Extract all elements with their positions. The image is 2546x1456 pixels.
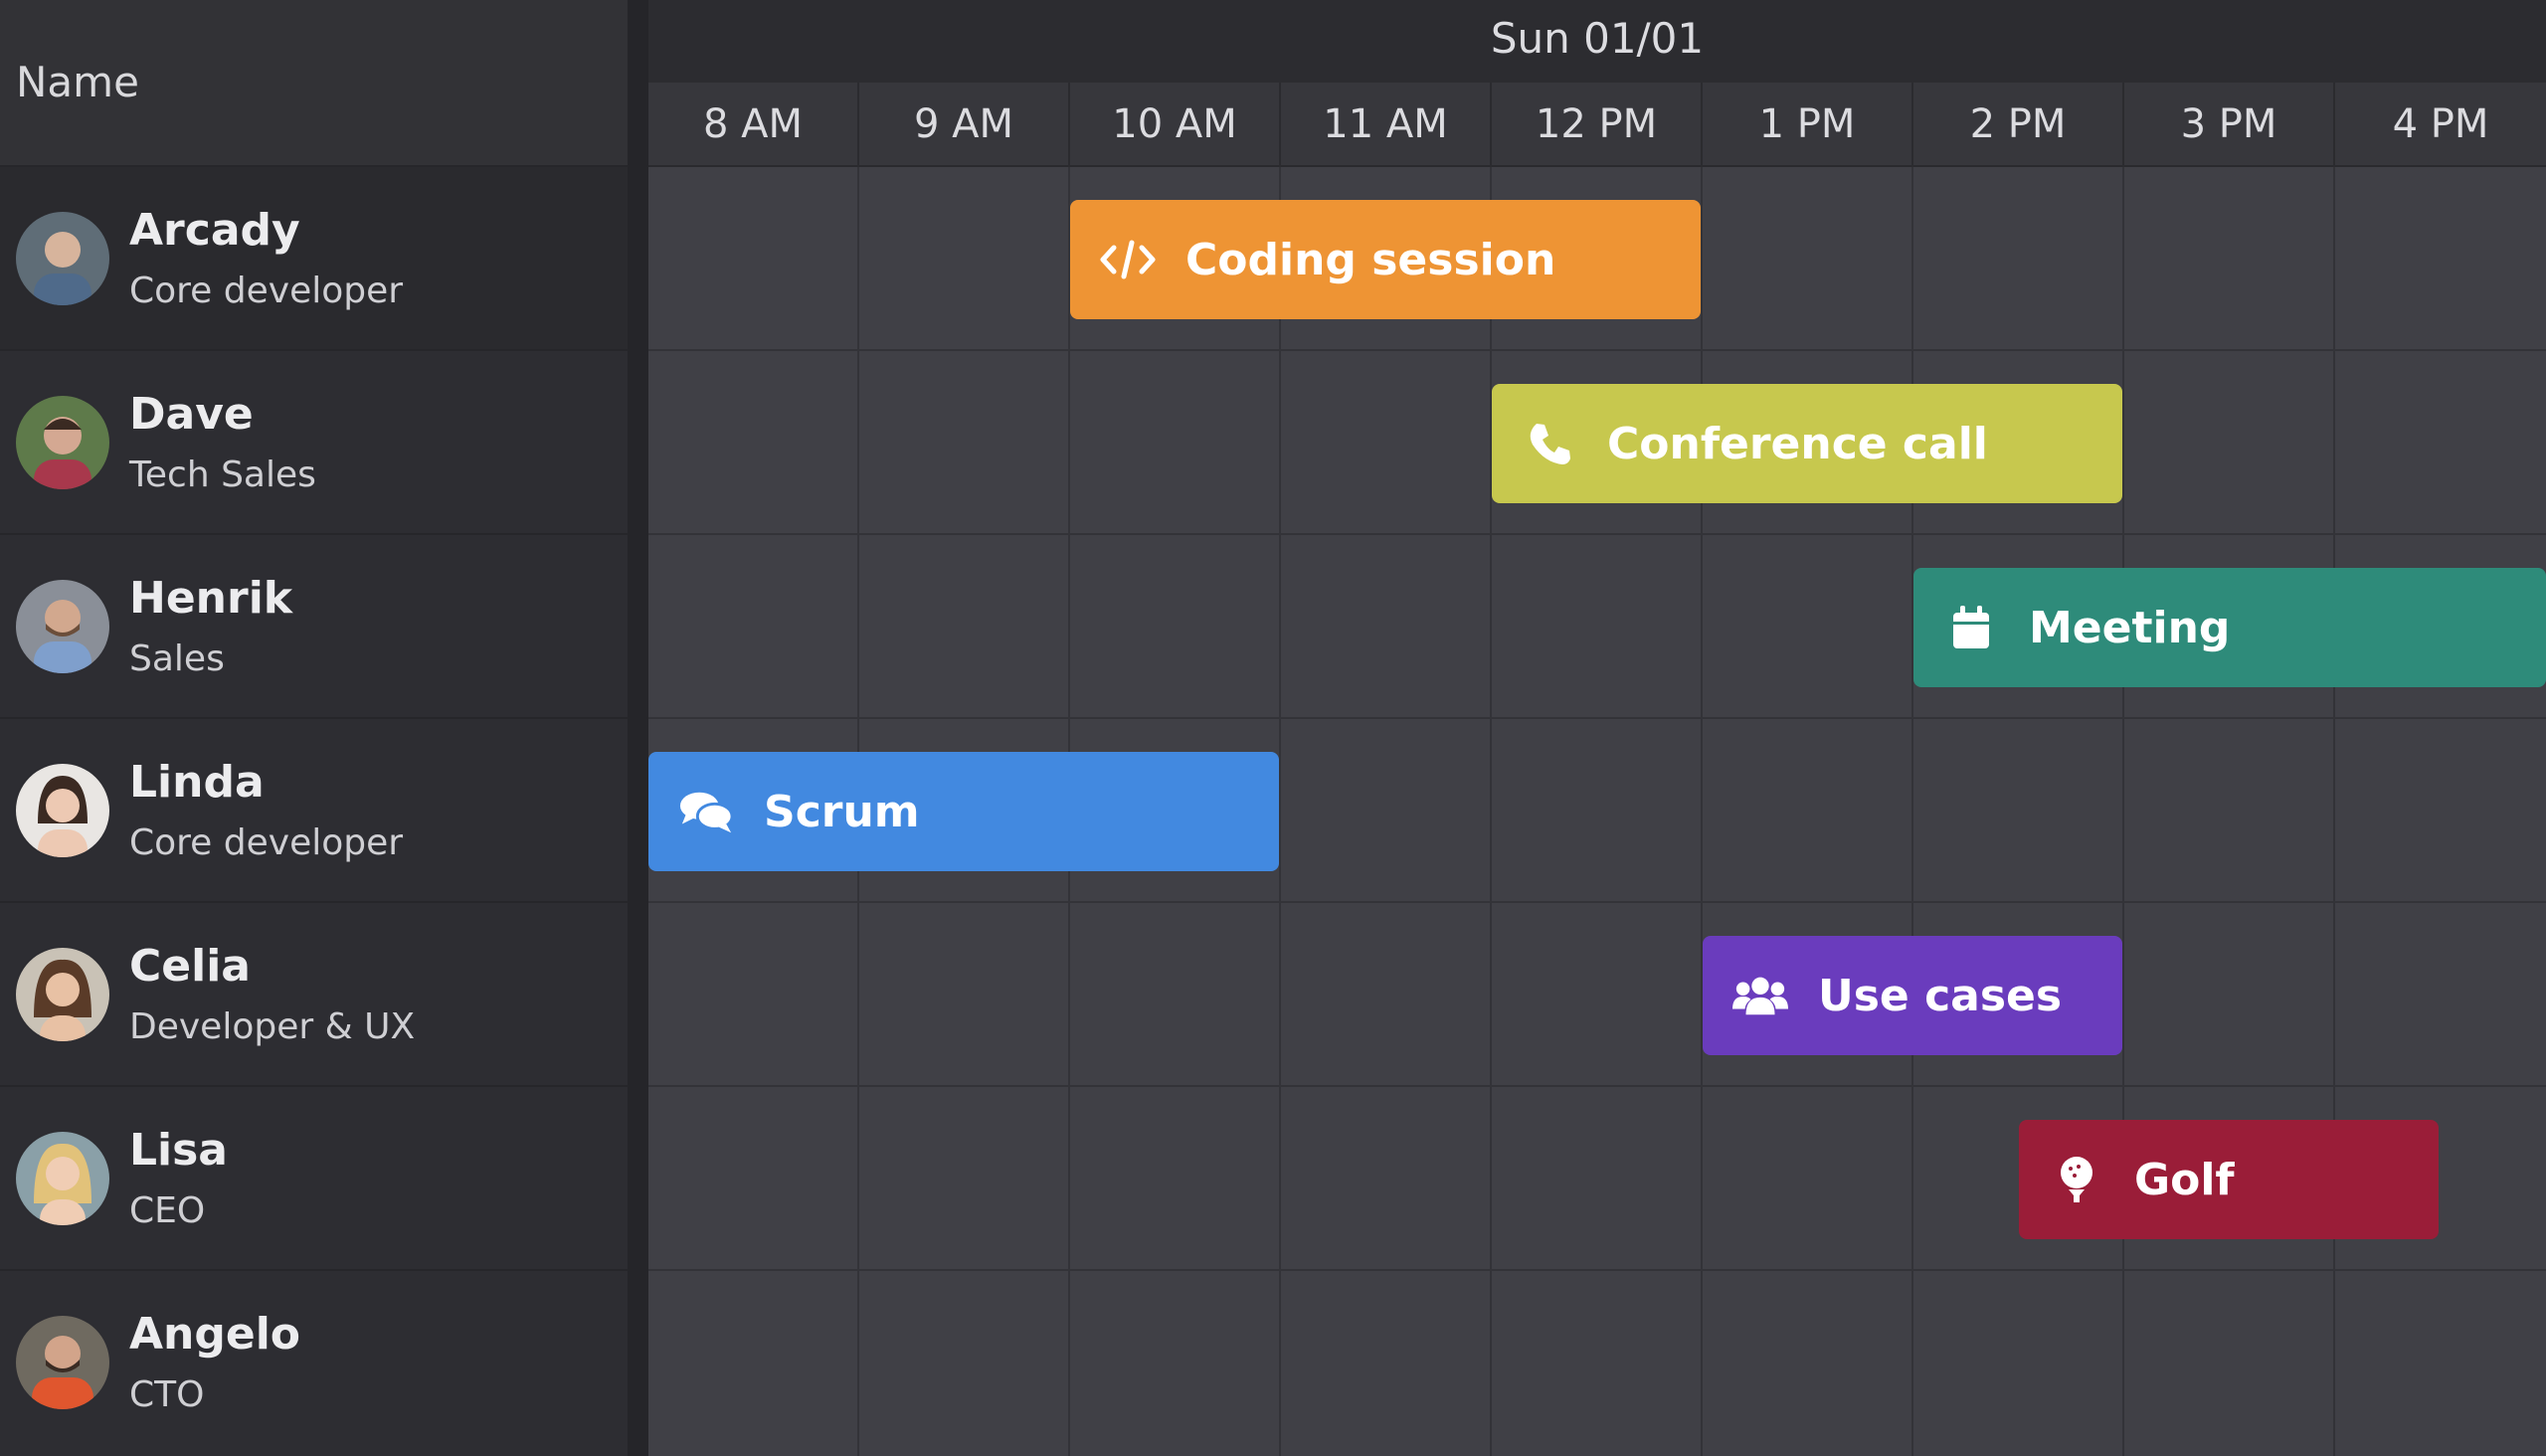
resource-column-header[interactable]: Name: [0, 0, 628, 167]
resource-row-arcady[interactable]: Arcady Core developer: [0, 167, 628, 351]
grid-splitter[interactable]: [628, 0, 648, 1456]
row-line: [648, 717, 2546, 719]
event-use-cases[interactable]: Use cases: [1703, 936, 2122, 1055]
event-coding-session[interactable]: Coding session: [1070, 200, 1701, 319]
hour-label: 2 PM: [1913, 83, 2124, 167]
hour-label: 11 AM: [1281, 83, 1492, 167]
hour-label: 4 PM: [2392, 101, 2489, 147]
resource-role: Developer & UX: [129, 1006, 416, 1047]
event-name: Coding session: [1185, 234, 1556, 285]
row-line: [648, 1269, 2546, 1271]
resource-name: Angelo: [129, 1309, 301, 1360]
resource-name: Linda: [129, 757, 265, 808]
calendar-icon: [1943, 600, 1999, 655]
resource-row-henrik[interactable]: Henrik Sales: [0, 535, 628, 719]
event-name: Conference call: [1607, 418, 1988, 469]
column-line: [1701, 167, 1703, 1456]
resource-role: Tech Sales: [129, 455, 316, 495]
avatar: [16, 948, 109, 1041]
resource-row-celia[interactable]: Celia Developer & UX: [0, 903, 628, 1087]
resource-row-lisa[interactable]: Lisa CEO: [0, 1087, 628, 1271]
event-meeting[interactable]: Meeting: [1913, 568, 2546, 687]
hour-label: 8 AM: [648, 83, 859, 167]
avatar: [16, 580, 109, 673]
column-line: [1279, 167, 1281, 1456]
code-icon: [1100, 232, 1156, 287]
resource-role: Sales: [129, 638, 225, 679]
avatar: [16, 764, 109, 857]
avatar: [16, 396, 109, 489]
row-line: [648, 349, 2546, 351]
resource-name: Henrik: [129, 573, 293, 624]
avatar: [16, 1316, 109, 1409]
hour-label: 1 PM: [1703, 83, 1913, 167]
resource-grid: Name Arcady Core developer Dave Tech Sal…: [0, 0, 628, 1456]
resource-name: Celia: [129, 941, 251, 992]
hour-label: 10 AM: [1070, 83, 1281, 167]
golf-icon: [2049, 1152, 2104, 1207]
timeline-body[interactable]: Coding session Conference call Meeting S…: [648, 167, 2546, 1456]
resource-role: Core developer: [129, 271, 404, 311]
row-line: [648, 901, 2546, 903]
avatar: [16, 212, 109, 305]
resource-role: Core developer: [129, 822, 404, 863]
resource-name: Lisa: [129, 1125, 228, 1176]
event-scrum[interactable]: Scrum: [648, 752, 1279, 871]
hour-label: 9 AM: [859, 83, 1070, 167]
users-icon: [1732, 968, 1788, 1023]
column-line: [1490, 167, 1492, 1456]
row-line: [648, 533, 2546, 535]
resource-role: CEO: [129, 1190, 206, 1231]
phone-icon: [1522, 416, 1577, 471]
event-golf[interactable]: Golf: [2019, 1120, 2439, 1239]
comments-icon: [678, 784, 734, 839]
column-line: [2122, 167, 2124, 1456]
row-line: [648, 1085, 2546, 1087]
resource-row-linda[interactable]: Linda Core developer: [0, 719, 628, 903]
hour-label: 3 PM: [2124, 83, 2335, 167]
resource-row-dave[interactable]: Dave Tech Sales: [0, 351, 628, 535]
event-name: Use cases: [1818, 970, 2063, 1021]
avatar: [16, 1132, 109, 1225]
hour-label: 12 PM: [1492, 83, 1703, 167]
resource-name: Dave: [129, 389, 254, 440]
column-line: [2333, 167, 2335, 1456]
event-name: Golf: [2134, 1154, 2235, 1205]
date-label: Sun 01/01: [1490, 14, 1705, 63]
scheduler: Name Arcady Core developer Dave Tech Sal…: [0, 0, 2546, 1456]
resource-name: Arcady: [129, 205, 300, 256]
event-conference-call[interactable]: Conference call: [1492, 384, 2122, 503]
timeline-date-header: Sun 01/01: [648, 0, 2546, 83]
name-column-label: Name: [16, 58, 139, 106]
resource-role: CTO: [129, 1374, 205, 1415]
resource-row-angelo[interactable]: Angelo CTO: [0, 1271, 628, 1456]
event-name: Meeting: [2029, 602, 2231, 653]
event-name: Scrum: [764, 786, 920, 837]
timeline-hour-header: 8 AM 9 AM 10 AM 11 AM 12 PM 1 PM 2 PM 3 …: [648, 83, 2546, 167]
column-line: [1911, 167, 1913, 1456]
